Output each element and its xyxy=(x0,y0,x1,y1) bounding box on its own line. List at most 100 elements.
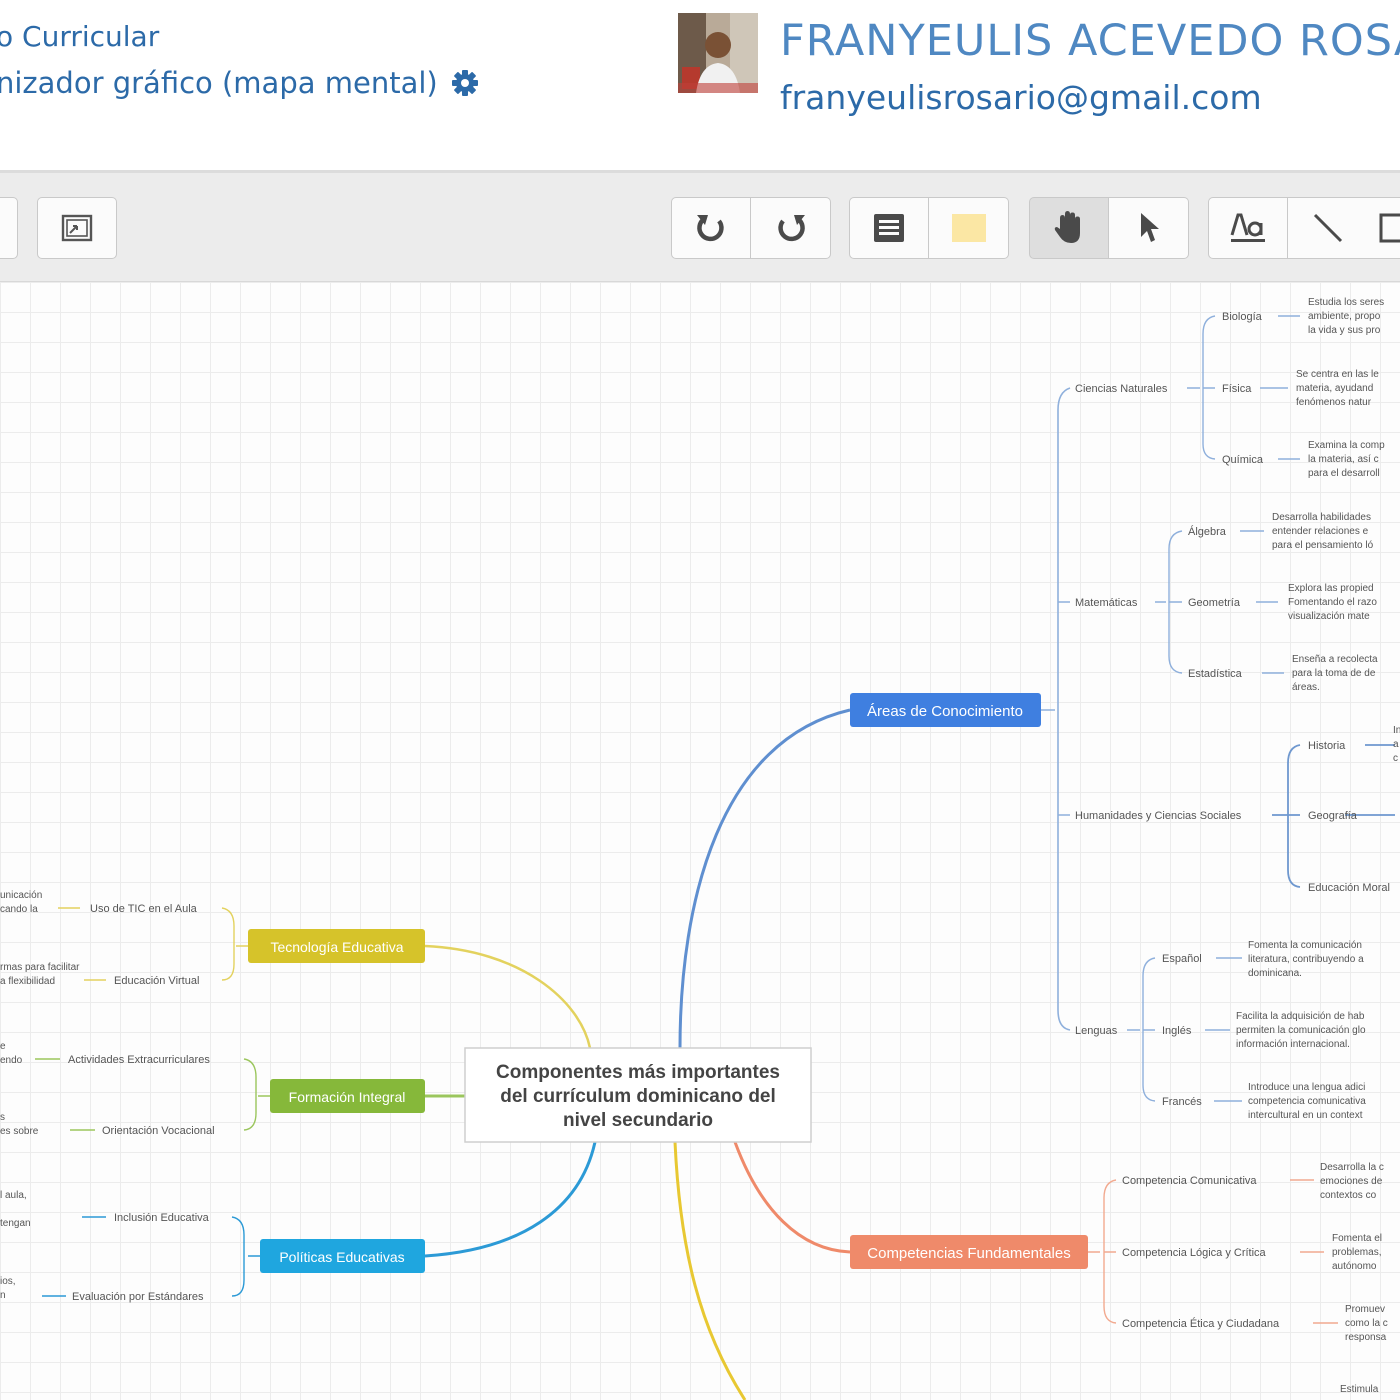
hand-pan-icon xyxy=(1054,211,1080,243)
desc-virtual-2: a flexibilidad xyxy=(0,976,55,987)
mindmap-canvas[interactable]: Componentes más importantes del currícul… xyxy=(0,282,1400,1400)
desc-ingles-1: Facilita la adquisición de hab xyxy=(1236,1011,1365,1022)
topic-politicas[interactable]: Políticas Educativas xyxy=(260,1239,425,1273)
topic-fisica[interactable]: Física xyxy=(1222,383,1252,395)
note-icon xyxy=(874,214,904,242)
topic-quimica[interactable]: Química xyxy=(1222,454,1264,466)
desc-fisica-3: fenómenos natur xyxy=(1296,397,1372,408)
subtopic-ciencias[interactable]: Ciencias Naturales xyxy=(1075,383,1168,395)
topic-historia[interactable]: Historia xyxy=(1308,740,1346,752)
desc-inclusion-2: tengan xyxy=(0,1218,31,1229)
desc-ingles-3: información internacional. xyxy=(1236,1039,1350,1050)
connector-politicas xyxy=(424,1141,597,1258)
subtopic-matematicas[interactable]: Matemáticas xyxy=(1075,597,1138,609)
topic-areas-label: Áreas de Conocimiento xyxy=(867,703,1023,720)
topic-competencias[interactable]: Competencias Fundamentales xyxy=(850,1235,1088,1269)
topic-tecnologia-label: Tecnología Educativa xyxy=(270,939,403,955)
color-fill-icon xyxy=(951,214,986,242)
avatar[interactable] xyxy=(678,13,758,93)
topic-tecnologia[interactable]: Tecnología Educativa xyxy=(248,929,425,963)
central-line-1: Componentes más importantes xyxy=(496,1062,780,1083)
connector-competencias xyxy=(733,1141,851,1254)
desc-estadistica-2: para la toma de de xyxy=(1292,668,1376,679)
desc-virtual-1: rmas para facilitar xyxy=(0,962,80,973)
topic-geografia[interactable]: Geografía xyxy=(1308,810,1358,822)
undo-icon xyxy=(697,215,724,242)
desc-espanol-3: dominicana. xyxy=(1248,968,1302,979)
topic-ingles[interactable]: Inglés xyxy=(1162,1025,1192,1037)
collapse-button[interactable] xyxy=(0,197,18,259)
topic-educacion-virtual[interactable]: Educación Virtual xyxy=(114,975,199,987)
desc-historia-2: a xyxy=(1393,739,1399,750)
desc-competencia-4: Estimula xyxy=(1340,1384,1379,1395)
desc-frances-1: Introduce una lengua adici xyxy=(1248,1082,1365,1093)
user-photo xyxy=(678,13,758,93)
connector-bottom xyxy=(673,1141,747,1400)
connector-areas xyxy=(678,708,851,1049)
topic-evaluacion-estandares[interactable]: Evaluación por Estándares xyxy=(72,1291,204,1303)
gear-icon[interactable] xyxy=(450,68,480,98)
desc-geometria-3: visualización mate xyxy=(1288,611,1370,622)
desc-orientacion-2: es sobre xyxy=(0,1126,39,1137)
desc-algebra-1: Desarrolla habilidades xyxy=(1272,512,1371,523)
desc-actividades-2: endo xyxy=(0,1055,23,1066)
desc-quimica-3: para el desarroll xyxy=(1308,468,1380,479)
note-button[interactable] xyxy=(849,197,929,259)
topic-geometria[interactable]: Geometría xyxy=(1188,597,1241,609)
topic-competencia-comunicativa[interactable]: Competencia Comunicativa xyxy=(1122,1175,1257,1187)
redo-button[interactable] xyxy=(751,197,831,259)
text-tool-button[interactable] xyxy=(1208,197,1288,259)
desc-logica-2: problemas, xyxy=(1332,1247,1381,1258)
tecnologia-bracket xyxy=(58,907,248,981)
activity-title: nizador gráfico (mapa mental) xyxy=(0,66,438,100)
desc-biologia-1: Estudia los seres xyxy=(1308,297,1384,308)
central-line-3: nivel secundario xyxy=(563,1110,713,1131)
topic-educacion-moral[interactable]: Educación Moral xyxy=(1308,882,1390,894)
desc-uso-tic-2: cando la xyxy=(0,904,38,915)
desc-evaluacion-2: n xyxy=(0,1290,6,1301)
desc-comunicativa-1: Desarrolla la c xyxy=(1320,1162,1384,1173)
formacion-bracket xyxy=(35,1058,270,1131)
desc-logica-3: autónomo xyxy=(1332,1261,1377,1272)
desc-algebra-3: para el pensamiento ló xyxy=(1272,540,1374,551)
topic-uso-tic[interactable]: Uso de TIC en el Aula xyxy=(90,903,198,915)
topic-estadistica[interactable]: Estadística xyxy=(1188,668,1243,680)
topic-biologia[interactable]: Biología xyxy=(1222,311,1263,323)
subtopic-humanidades[interactable]: Humanidades y Ciencias Sociales xyxy=(1075,810,1242,822)
topic-competencia-etica[interactable]: Competencia Ética y Ciudadana xyxy=(1122,1317,1280,1330)
fit-screen-icon xyxy=(61,214,93,242)
line-tool-button[interactable] xyxy=(1288,197,1368,259)
topic-actividades-extracurriculares[interactable]: Actividades Extracurriculares xyxy=(68,1054,210,1066)
pointer-icon xyxy=(1140,213,1159,242)
desc-orientacion-1: s xyxy=(0,1112,5,1123)
page-header: o Curricular nizador gráfico (mapa menta… xyxy=(0,0,1400,170)
topic-frances[interactable]: Francés xyxy=(1162,1096,1202,1108)
fit-screen-button[interactable] xyxy=(37,197,117,259)
central-topic[interactable]: Componentes más importantes del currícul… xyxy=(464,1047,812,1143)
breadcrumb[interactable]: o Curricular xyxy=(0,20,159,53)
desc-historia-1: In xyxy=(1393,725,1400,736)
pointer-button[interactable] xyxy=(1109,197,1189,259)
topic-areas[interactable]: Áreas de Conocimiento xyxy=(850,693,1041,727)
topic-competencia-logica[interactable]: Competencia Lógica y Crítica xyxy=(1122,1247,1267,1259)
desc-quimica-2: la materia, así c xyxy=(1308,454,1379,465)
desc-comunicativa-2: emociones de xyxy=(1320,1176,1383,1187)
desc-algebra-2: entender relaciones e xyxy=(1272,526,1369,537)
undo-button[interactable] xyxy=(671,197,751,259)
subtopic-lenguas[interactable]: Lenguas xyxy=(1075,1025,1118,1037)
color-fill-button[interactable] xyxy=(929,197,1009,259)
offscreen-topic-stub xyxy=(1110,1392,1310,1400)
topic-inclusion-educativa[interactable]: Inclusión Educativa xyxy=(114,1212,210,1224)
rectangle-tool-button[interactable] xyxy=(1367,197,1400,259)
topic-orientacion-vocacional[interactable]: Orientación Vocacional xyxy=(102,1125,215,1137)
areas-bracket xyxy=(1041,387,1071,1031)
topic-espanol[interactable]: Español xyxy=(1162,953,1202,965)
politicas-bracket xyxy=(42,1216,260,1297)
topic-competencias-label: Competencias Fundamentales xyxy=(867,1245,1070,1262)
topic-algebra[interactable]: Álgebra xyxy=(1188,525,1227,538)
topic-formacion[interactable]: Formación Integral xyxy=(270,1079,425,1113)
hand-pan-button[interactable] xyxy=(1029,197,1109,259)
desc-ingles-2: permiten la comunicación glo xyxy=(1236,1025,1366,1036)
desc-etica-2: como la c xyxy=(1345,1318,1388,1329)
desc-fisica-1: Se centra en las le xyxy=(1296,369,1379,380)
